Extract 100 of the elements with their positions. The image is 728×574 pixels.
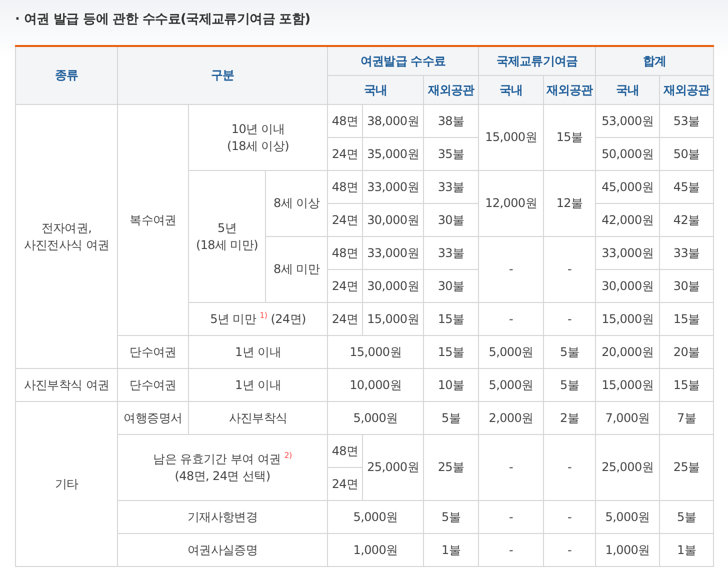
table-cell: 24면	[328, 270, 363, 302]
table-cell: 45불	[660, 170, 714, 204]
table-cell: 50,000원	[596, 138, 660, 170]
table-cell: -	[544, 302, 596, 336]
table-cell: 2,000원	[478, 402, 544, 434]
table-cell: 10,000원	[328, 368, 424, 402]
table-cell: -	[478, 302, 544, 336]
table-cell: 50불	[660, 138, 714, 170]
table-cell: 20,000원	[596, 336, 660, 368]
table-cell: 사진부착식 여권	[16, 368, 118, 402]
table-cell: 5년 미만 $^{1)}$ (24면)	[188, 302, 328, 336]
table-cell: 33,000원	[362, 170, 424, 204]
table-cell: 5불	[544, 368, 596, 402]
table-cell: 단수여권	[118, 336, 188, 368]
table-cell: 25,000원	[596, 434, 660, 500]
table-cell: 48면	[328, 104, 363, 138]
table-cell: 5불	[424, 402, 479, 434]
table-cell: 38,000원	[362, 104, 424, 138]
column-header: 국내	[478, 76, 544, 104]
table-cell: 15불	[660, 368, 714, 402]
table-cell: 10불	[424, 368, 479, 402]
table-cell: 5,000원	[478, 368, 544, 402]
table-cell: 5불	[424, 500, 479, 534]
table-cell: 복수여권	[118, 104, 188, 336]
table-cell: 5,000원	[328, 500, 424, 534]
table-cell: 8세 미만	[266, 236, 328, 302]
table-cell: 기타	[16, 402, 118, 566]
table-cell: 5,000원	[596, 500, 660, 534]
table-cell: -	[544, 236, 596, 302]
table-cell: 33불	[424, 236, 479, 270]
table-cell: 12,000원	[478, 170, 544, 236]
table-cell: 30불	[660, 270, 714, 302]
table-cell: 5,000원	[328, 402, 424, 434]
table-cell: 15불	[424, 336, 479, 368]
table-cell: 15,000원	[362, 302, 424, 336]
column-header: 재외공관	[660, 76, 714, 104]
column-header: 재외공관	[424, 76, 479, 104]
table-cell: 24면	[328, 204, 363, 236]
table-cell: 33불	[660, 236, 714, 270]
table-cell: 30,000원	[362, 204, 424, 236]
column-header: 종류	[16, 46, 118, 104]
table-cell: 15,000원	[328, 336, 424, 368]
table-cell: 남은 유효기간 부여 여권 $^{2)}$ (48면, 24면 선택)	[118, 434, 328, 500]
column-header: 여권발급 수수료	[328, 46, 479, 76]
table-cell: 30,000원	[362, 270, 424, 302]
table-cell: -	[544, 434, 596, 500]
table-cell: 12불	[544, 170, 596, 236]
column-header: 국내	[328, 76, 424, 104]
table-cell: 1,000원	[328, 534, 424, 566]
table-cell: 5년 (18세 미만)	[188, 170, 266, 302]
table-cell: 48면	[328, 170, 363, 204]
table-cell: -	[544, 534, 596, 566]
table-cell: 33,000원	[596, 236, 660, 270]
table-cell: 15불	[660, 302, 714, 336]
table-cell: 사진부착식	[188, 402, 328, 434]
table-cell: 5불	[544, 336, 596, 368]
table-cell: 25불	[424, 434, 479, 500]
table-cell: 25,000원	[362, 434, 424, 500]
table-cell: 여행증명서	[118, 402, 188, 434]
table-cell: 15,000원	[596, 302, 660, 336]
table-cell: 단수여권	[118, 368, 188, 402]
column-header: 재외공관	[544, 76, 596, 104]
table-cell: 여권사실증명	[118, 534, 328, 566]
table-cell: 45,000원	[596, 170, 660, 204]
column-header: 구분	[118, 46, 328, 104]
table-cell: 53불	[660, 104, 714, 138]
table-cell: 기재사항변경	[118, 500, 328, 534]
table-cell: 38불	[424, 104, 479, 138]
table-cell: 53,000원	[596, 104, 660, 138]
table-cell: -	[478, 534, 544, 566]
table-cell: 15불	[544, 104, 596, 170]
table-cell: 33불	[424, 170, 479, 204]
column-header: 국내	[596, 76, 660, 104]
table-cell: 24면	[328, 302, 363, 336]
table-cell: -	[544, 500, 596, 534]
table-cell: -	[478, 500, 544, 534]
table-cell: 15,000원	[596, 368, 660, 402]
table-cell: 1년 이내	[188, 336, 328, 368]
table-cell: 전자여권, 사진전사식 여권	[16, 104, 118, 368]
table-cell: 25불	[660, 434, 714, 500]
table-cell: 15불	[424, 302, 479, 336]
table-cell: 35,000원	[362, 138, 424, 170]
column-header: 국제교류기여금	[478, 46, 596, 76]
table-cell: 1,000원	[596, 534, 660, 566]
table-cell: 1불	[660, 534, 714, 566]
table-cell: -	[478, 434, 544, 500]
table-cell: 1년 이내	[188, 368, 328, 402]
table-cell: -	[478, 236, 544, 302]
section-title: · 여권 발급 등에 관한 수수료(국제교류기여금 포함)	[15, 11, 312, 28]
table-cell: 42불	[660, 204, 714, 236]
table-cell: 15,000원	[478, 104, 544, 170]
table-cell: 20불	[660, 336, 714, 368]
column-header: 합계	[596, 46, 714, 76]
table-cell: 42,000원	[596, 204, 660, 236]
table-cell: 24면	[328, 138, 363, 170]
table-cell: 2불	[544, 402, 596, 434]
table-cell: 33,000원	[362, 236, 424, 270]
table-cell: 7,000원	[596, 402, 660, 434]
table-cell: 8세 이상	[266, 170, 328, 236]
table-cell: 48면	[328, 434, 363, 468]
